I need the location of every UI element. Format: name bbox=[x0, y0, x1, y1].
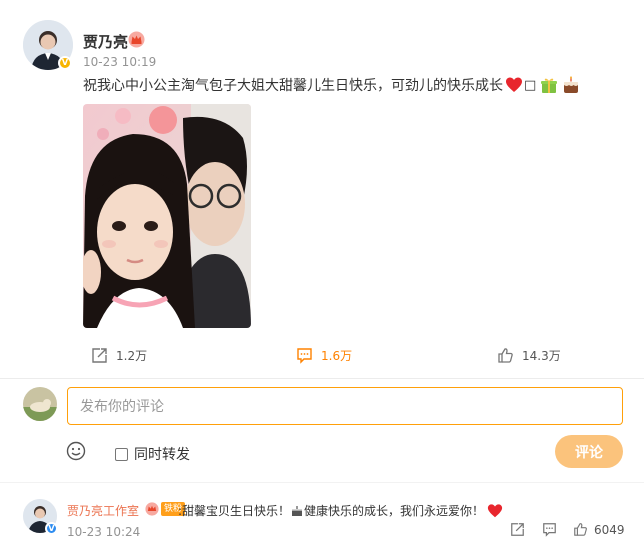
divider bbox=[0, 378, 644, 379]
post-action-bar: 1.2万 1.6万 14.3万 bbox=[0, 344, 644, 368]
comment-text: :甜馨宝贝生日快乐！ 健康快乐的成长，我们永远爱你！ bbox=[178, 502, 503, 519]
repost-count: 1.2万 bbox=[116, 349, 148, 363]
post-text: 祝我心中小公主淘气包子大姐大甜馨儿生日快乐，可劲儿的快乐成长 □ bbox=[83, 75, 580, 95]
comment-icon bbox=[543, 523, 556, 537]
comment-like-count: 6049 bbox=[594, 522, 625, 537]
current-user-avatar[interactable] bbox=[23, 387, 57, 421]
repost-icon bbox=[92, 348, 107, 363]
repost-button[interactable]: 1.2万 bbox=[91, 347, 147, 364]
comment-button[interactable]: 1.6万 bbox=[296, 347, 352, 364]
comment-reply-button[interactable] bbox=[542, 522, 557, 537]
comment-repost-button[interactable] bbox=[510, 522, 525, 537]
post-text-body: 祝我心中小公主淘气包子大姐大甜馨儿生日快乐，可劲儿的快乐成长 bbox=[83, 78, 503, 94]
thumbs-up-icon bbox=[498, 348, 513, 363]
repost-icon bbox=[511, 523, 524, 536]
smiley-icon[interactable] bbox=[66, 441, 86, 461]
cake-icon bbox=[292, 505, 303, 516]
divider bbox=[0, 482, 644, 483]
author-name[interactable]: 贾乃亮 bbox=[83, 31, 128, 52]
cake-icon bbox=[564, 76, 579, 93]
crown-icon bbox=[128, 31, 145, 48]
commenter-name[interactable]: 贾乃亮工作室 bbox=[67, 502, 139, 519]
post-photo[interactable] bbox=[83, 104, 251, 328]
heart-icon bbox=[487, 503, 503, 517]
repost-also-label: 同时转发 bbox=[134, 447, 190, 463]
like-button[interactable]: 14.3万 bbox=[497, 347, 561, 364]
checkbox-box[interactable] bbox=[115, 447, 128, 461]
comment-text-a: :甜馨宝贝生日快乐！ bbox=[178, 504, 291, 518]
gift-icon bbox=[541, 78, 558, 93]
thumbs-up-icon bbox=[574, 523, 587, 536]
submit-comment-button[interactable]: 评论 bbox=[555, 435, 623, 468]
verified-badge-icon: V bbox=[58, 56, 72, 70]
comment-time: 10-23 10:24 bbox=[67, 525, 141, 539]
comment-text-b: 健康快乐的成长，我们永远爱你！ bbox=[304, 504, 485, 518]
repost-also-checkbox[interactable]: 同时转发 bbox=[115, 444, 190, 464]
comment-count: 1.6万 bbox=[321, 349, 353, 363]
post-time[interactable]: 10-23 10:19 bbox=[83, 55, 156, 69]
like-count: 14.3万 bbox=[522, 349, 561, 363]
comment-icon bbox=[297, 348, 312, 364]
comment-like-button[interactable]: 6049 bbox=[573, 522, 625, 537]
crown-icon bbox=[145, 502, 159, 516]
verified-badge-icon: V bbox=[45, 522, 58, 535]
post-text-tail: □ bbox=[524, 77, 537, 93]
photo-image bbox=[83, 104, 251, 328]
comment-input[interactable]: 发布你的评论 bbox=[67, 387, 623, 425]
heart-icon bbox=[506, 77, 522, 92]
